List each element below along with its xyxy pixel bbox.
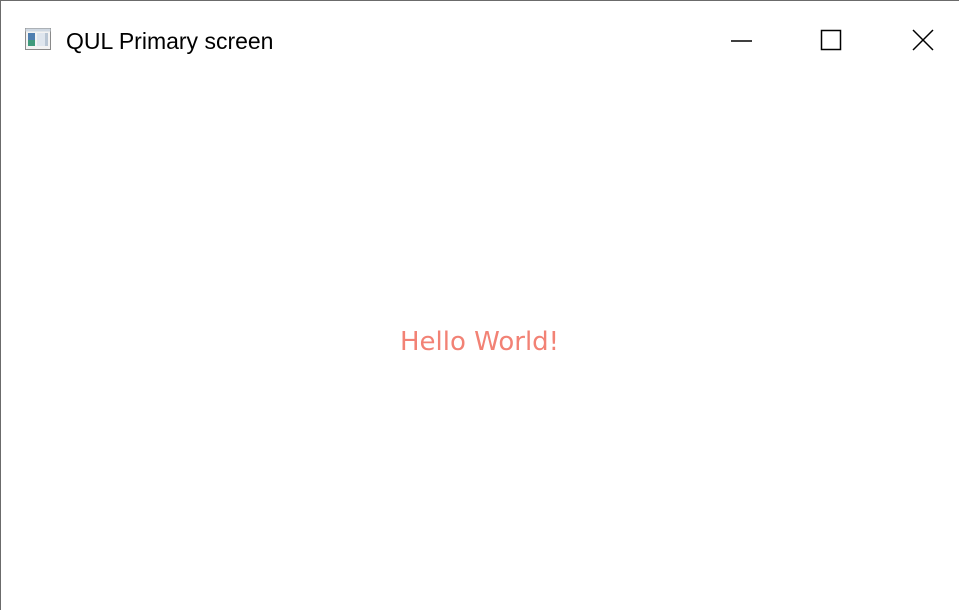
minimize-button[interactable] [701, 1, 781, 81]
hello-world-text: Hello World! [400, 327, 560, 357]
app-window: QUL Primary screen Hello World! [0, 0, 959, 610]
maximize-button[interactable] [791, 1, 871, 81]
application-window-icon [25, 28, 51, 50]
close-button[interactable] [881, 1, 959, 81]
title-bar[interactable]: QUL Primary screen [1, 1, 959, 81]
client-area: Hello World! [1, 81, 959, 610]
window-title: QUL Primary screen [66, 28, 274, 54]
